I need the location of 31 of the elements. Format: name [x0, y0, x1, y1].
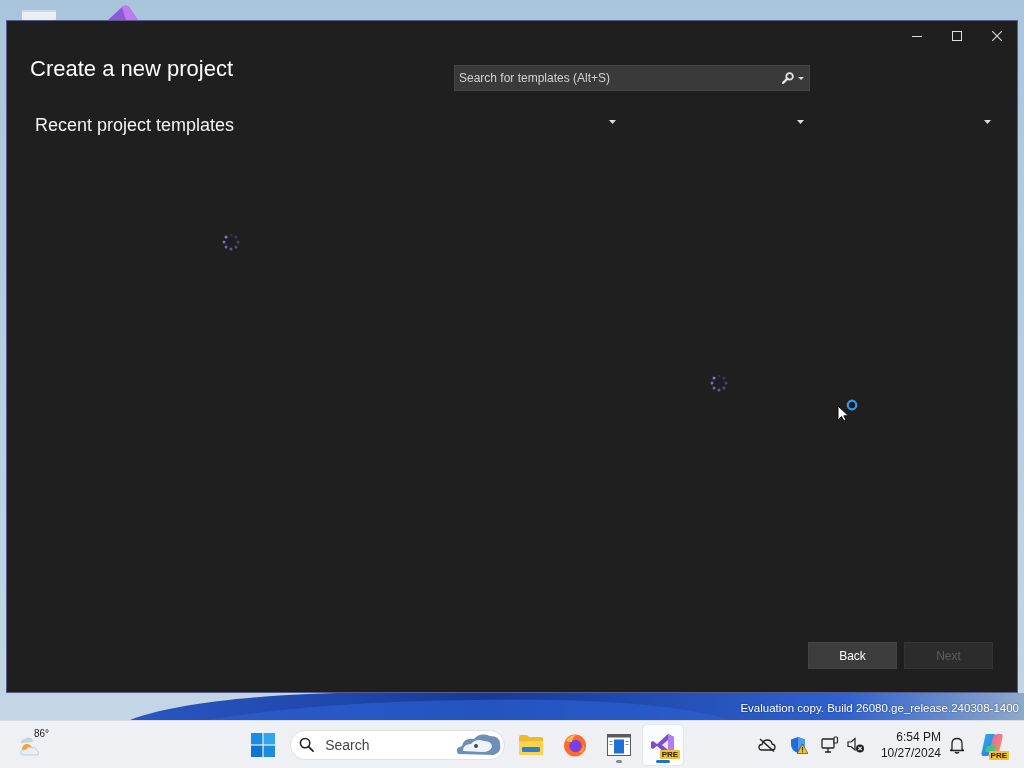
dropdown-caret-icon[interactable]: [984, 120, 991, 124]
dropdown-caret-icon[interactable]: [797, 120, 804, 124]
windows-logo-icon: [251, 732, 276, 757]
page-title: Create a new project: [30, 55, 234, 83]
notification-bell-icon[interactable]: [949, 735, 965, 754]
caret-icon[interactable]: [798, 77, 804, 80]
fox-globe-icon: [563, 732, 588, 757]
folder-icon: [519, 732, 544, 757]
shield-warning-icon[interactable]: [790, 735, 808, 754]
watermark-text: Evaluation copy. Build 26080.ge_release.240308-1400: [740, 701, 1019, 715]
template-search-field[interactable]: Search for templates (Alt+S): [454, 65, 810, 91]
dialog-button[interactable]: Back: [808, 642, 897, 669]
maximize-icon: [952, 31, 962, 41]
dropdown-caret-icon[interactable]: [609, 120, 616, 124]
preview-badge: PRE: [988, 750, 1009, 760]
cloud-off-icon[interactable]: [758, 737, 776, 752]
search-icon[interactable]: [782, 72, 794, 84]
desktop-icon[interactable]: [108, 4, 138, 20]
monitor-icon[interactable]: [821, 735, 839, 754]
preview-badge: PRE: [659, 749, 681, 759]
taskbar-app-button[interactable]: PRE: [643, 724, 684, 765]
clock-date[interactable]: 10/27/2024: [880, 744, 941, 761]
clock-time[interactable]: 6:54 PM: [896, 728, 941, 745]
minimize-icon: [912, 35, 922, 37]
temperature-text[interactable]: 86°: [34, 727, 50, 740]
window-icon: [607, 732, 632, 757]
section-heading: Recent project templates: [35, 114, 236, 137]
close-icon: [992, 31, 1002, 41]
copilot-icon[interactable]: [979, 731, 1005, 758]
speaker-muted-icon[interactable]: [847, 735, 865, 754]
search-icon: [299, 736, 315, 752]
